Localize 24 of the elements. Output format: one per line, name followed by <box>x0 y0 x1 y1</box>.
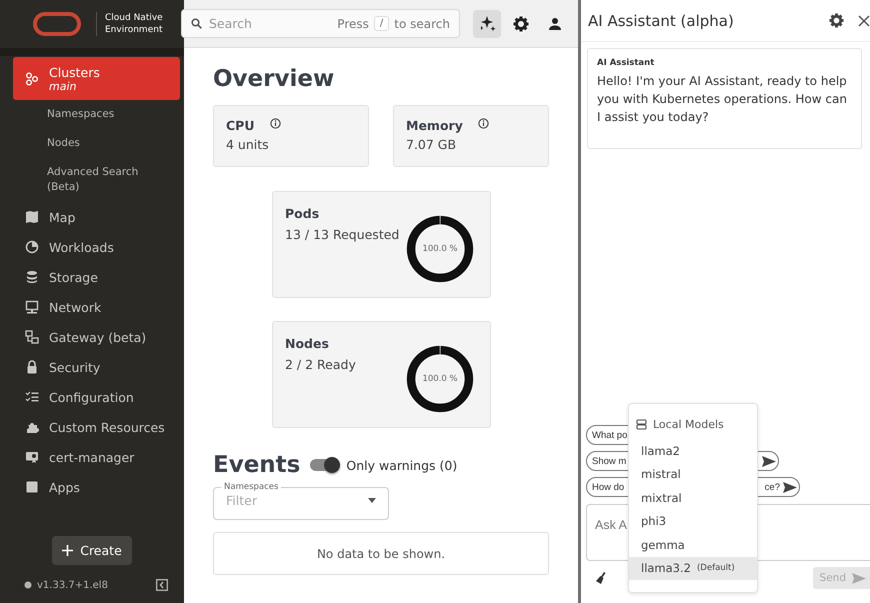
page-title: Overview <box>213 66 336 92</box>
card-title: Nodes <box>285 336 330 351</box>
empty-message: No data to be shown. <box>213 532 549 575</box>
card-title: Memory <box>406 118 463 133</box>
percent-label: 100.0 % <box>421 244 459 254</box>
search-hint: Press <box>337 16 369 30</box>
message-text: Hello! I'm your AI Assistant, ready to help you with Kubernetes operations. How can I assist you today? <box>597 73 848 126</box>
version-text: v1.33.7+1.el8 <box>37 580 108 590</box>
card-value: 2 / 2 Ready <box>285 357 356 372</box>
toggle-label: Only warnings (0) <box>346 458 458 472</box>
message-author: AI Assistant <box>597 58 656 68</box>
card-value: 13 / 13 Requested <box>285 227 400 242</box>
panel-title: AI Assistant (alpha) <box>588 12 734 30</box>
field-label: Namespaces <box>223 482 280 492</box>
section-title: Events <box>213 452 300 478</box>
card-value: 4 units <box>226 137 270 152</box>
search-hint: to search <box>394 16 450 30</box>
percent-label: 100.0 % <box>421 374 459 384</box>
key-hint: / <box>374 16 390 31</box>
card-title: Pods <box>285 206 320 221</box>
card-title: CPU <box>226 118 254 133</box>
card-value: 7.07 GB <box>406 137 458 152</box>
menu-header: Local Models <box>653 418 724 431</box>
brand-name: Cloud Native Environment <box>96 12 163 36</box>
